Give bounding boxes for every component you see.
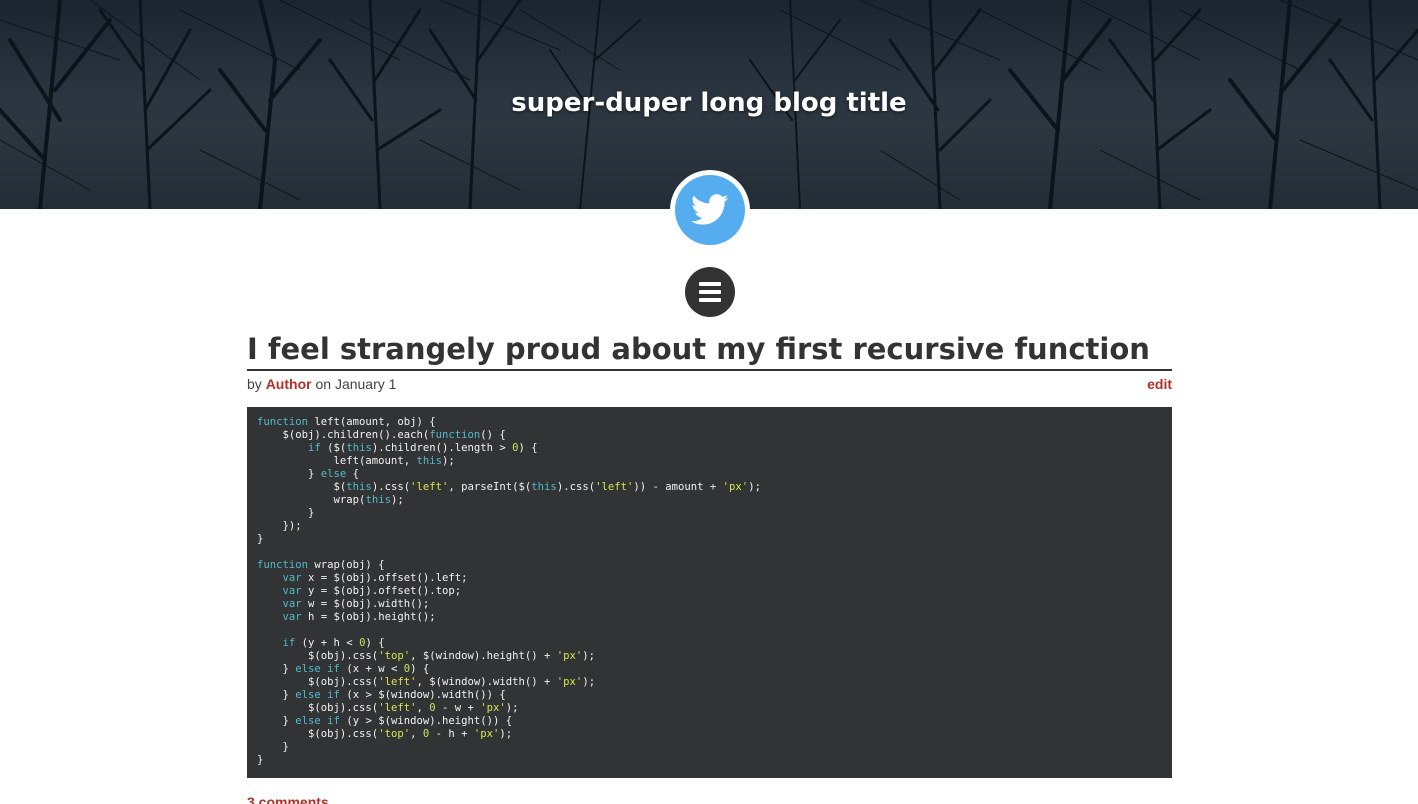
menu-button[interactable] bbox=[685, 267, 735, 317]
code-line: } else if (y > $(window).height()) { bbox=[257, 715, 513, 727]
comments-link[interactable]: 3 comments bbox=[247, 794, 329, 804]
twitter-button[interactable] bbox=[670, 170, 750, 250]
code-line: var x = $(obj).offset().left; bbox=[282, 572, 468, 584]
code-line: } bbox=[257, 754, 264, 766]
by-label: by bbox=[247, 376, 262, 392]
code-block: function left(amount, obj) { $(obj).chil… bbox=[247, 407, 1172, 778]
author-link[interactable]: Author bbox=[266, 376, 312, 392]
byline: by Author on January 1 bbox=[247, 376, 396, 392]
code-line: } bbox=[257, 741, 289, 753]
code-line: if (y + h < 0) { bbox=[282, 637, 385, 649]
code-line: $(obj).css('top', 0 - h + 'px'); bbox=[257, 728, 513, 740]
code-line: function left(amount, obj) { bbox=[257, 416, 436, 428]
code-line: }); bbox=[257, 520, 302, 532]
code-line: var h = $(obj).height(); bbox=[282, 611, 436, 623]
code-line: } else { bbox=[257, 468, 360, 480]
code-line: $(this).css('left', parseInt($(this).css… bbox=[257, 481, 761, 493]
post-date: January 1 bbox=[334, 376, 397, 392]
twitter-bird-icon bbox=[691, 194, 729, 225]
code-line: var w = $(obj).width(); bbox=[282, 598, 430, 610]
code-line: } bbox=[257, 507, 315, 519]
post-title[interactable]: I feel strangely proud about my first re… bbox=[247, 330, 1172, 371]
twitter-badge-circle bbox=[675, 175, 745, 245]
code-line: $(obj).css('left', $(window).width() + '… bbox=[257, 676, 596, 688]
code-line: wrap(this); bbox=[257, 494, 404, 506]
code-line: function wrap(obj) { bbox=[257, 559, 385, 571]
blog-post: I feel strangely proud about my first re… bbox=[247, 330, 1172, 804]
code-line: } bbox=[257, 533, 264, 545]
post-meta: by Author on January 1 edit bbox=[247, 374, 1172, 394]
edit-link[interactable]: edit bbox=[1147, 376, 1172, 392]
code-line: } else if (x > $(window).width()) { bbox=[257, 689, 506, 701]
on-label: on bbox=[315, 376, 332, 392]
code-line: } else if (x + w < 0) { bbox=[257, 663, 430, 675]
code-line: $(obj).css('top', $(window).height() + '… bbox=[257, 650, 596, 662]
code-line: $(obj).children().each(function() { bbox=[257, 429, 506, 441]
code-line: if ($(this).children().length > 0) { bbox=[308, 442, 538, 454]
hamburger-menu-icon bbox=[699, 282, 721, 302]
blog-title[interactable]: super-duper long blog title bbox=[0, 88, 1418, 118]
code-line: $(obj).css('left', 0 - w + 'px'); bbox=[257, 702, 519, 714]
code-line: var y = $(obj).offset().top; bbox=[282, 585, 462, 597]
code-line: left(amount, this); bbox=[257, 455, 455, 467]
